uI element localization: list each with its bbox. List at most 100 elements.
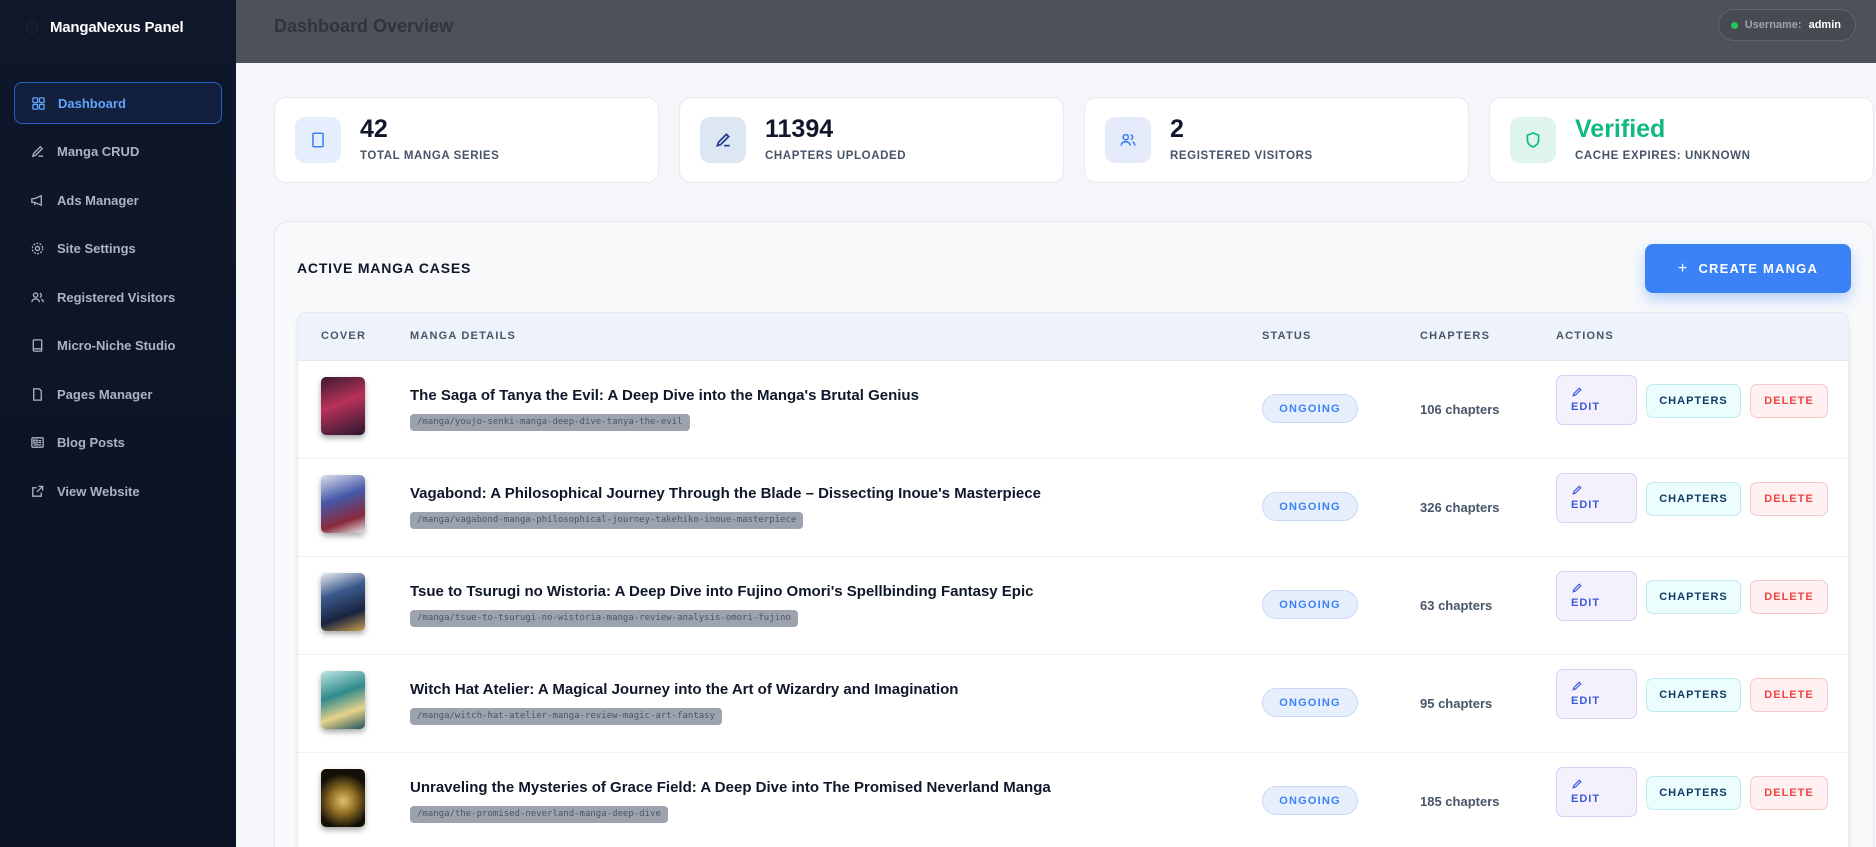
manga-title[interactable]: Vagabond: A Philosophical Journey Throug…: [410, 485, 1041, 502]
stat-card-total-manga: 42 TOTAL MANGA SERIES: [274, 97, 659, 183]
chapters-button[interactable]: CHAPTERS: [1646, 384, 1741, 418]
manga-slug: /manga/tsue-to-tsurugi-no-wistoria-manga…: [410, 610, 798, 627]
manga-title[interactable]: The Saga of Tanya the Evil: A Deep Dive …: [410, 387, 919, 404]
manga-cover: [321, 671, 365, 729]
status-badge: ONGOING: [1262, 786, 1358, 815]
external-link-icon: [32, 485, 44, 497]
file-icon: [33, 387, 42, 401]
chapters-button[interactable]: CHAPTERS: [1646, 482, 1741, 516]
stat-label: CACHE EXPIRES: UNKNOWN: [1575, 150, 1751, 162]
edit-button[interactable]: EDIT: [1556, 571, 1637, 621]
manga-panel: ACTIVE MANGA CASES + CREATE MANGA COVER …: [274, 221, 1874, 847]
delete-button[interactable]: DELETE: [1750, 580, 1828, 614]
create-manga-button[interactable]: + CREATE MANGA: [1645, 244, 1851, 293]
sidebar-item-dashboard[interactable]: Dashboard: [14, 82, 222, 124]
sidebar-item-pages-manager[interactable]: Pages Manager: [14, 373, 222, 415]
chapter-count: 326 chapters: [1420, 500, 1500, 515]
status-badge: ONGOING: [1262, 590, 1358, 619]
logo-icon: [26, 21, 38, 33]
chapters-button[interactable]: CHAPTERS: [1646, 580, 1741, 614]
edit-button[interactable]: EDIT: [1556, 375, 1637, 425]
megaphone-icon: [31, 194, 42, 206]
book-icon: [295, 117, 341, 163]
sidebar-item-manga-crud[interactable]: Manga CRUD: [14, 131, 222, 173]
manga-table: COVER MANGA DETAILS STATUS CHAPTERS ACTI…: [297, 312, 1849, 847]
user-label: Username:: [1744, 19, 1802, 31]
app-name: MangaNexus Panel: [50, 18, 184, 36]
delete-button[interactable]: DELETE: [1750, 384, 1828, 418]
stat-card-chapters: 11394 CHAPTERS UPLOADED: [679, 97, 1064, 183]
sidebar-item-label: Pages Manager: [57, 386, 153, 402]
sidebar-item-blog-posts[interactable]: Blog Posts: [14, 422, 222, 464]
status-badge: ONGOING: [1262, 394, 1358, 423]
table-row: Witch Hat Atelier: A Magical Journey int…: [298, 655, 1848, 753]
pencil-icon: [31, 145, 44, 158]
manga-title[interactable]: Tsue to Tsurugi no Wistoria: A Deep Dive…: [410, 583, 1033, 600]
column-header-details: MANGA DETAILS: [410, 330, 517, 342]
stat-card-cache: Verified CACHE EXPIRES: UNKNOWN: [1489, 97, 1874, 183]
column-header-actions: ACTIONS: [1556, 330, 1614, 342]
users-icon: [31, 291, 44, 302]
edit-label: EDIT: [1571, 793, 1601, 805]
users-icon: [1105, 117, 1151, 163]
manga-slug: /manga/witch-hat-atelier-manga-review-ma…: [410, 708, 723, 725]
manga-slug: /manga/the-promised-neverland-manga-deep…: [410, 806, 668, 823]
gear-icon: [31, 242, 44, 255]
sidebar-item-registered-visitors[interactable]: Registered Visitors: [14, 276, 222, 318]
edit-button[interactable]: EDIT: [1556, 669, 1637, 719]
chapters-button[interactable]: CHAPTERS: [1646, 678, 1741, 712]
book-icon: [32, 339, 43, 352]
chapter-count: 63 chapters: [1420, 598, 1493, 613]
sidebar: MangaNexus Panel Dashboard Manga CRUD Ad…: [0, 0, 236, 847]
column-header-cover: COVER: [321, 330, 367, 342]
edit-label: EDIT: [1571, 695, 1601, 707]
manga-title[interactable]: Witch Hat Atelier: A Magical Journey int…: [410, 681, 958, 698]
manga-title[interactable]: Unraveling the Mysteries of Grace Field:…: [410, 779, 1051, 796]
pencil-icon: [1572, 583, 1582, 593]
plus-icon: +: [1677, 259, 1689, 277]
pencil-icon: [1572, 779, 1582, 789]
edit-button[interactable]: EDIT: [1556, 767, 1637, 817]
chapter-count: 95 chapters: [1420, 696, 1493, 711]
stat-label: TOTAL MANGA SERIES: [360, 150, 500, 162]
table-header: COVER MANGA DETAILS STATUS CHAPTERS ACTI…: [298, 313, 1848, 361]
sidebar-item-label: Manga CRUD: [57, 144, 140, 159]
chapter-count: 185 chapters: [1420, 794, 1500, 809]
table-row: Tsue to Tsurugi no Wistoria: A Deep Dive…: [298, 557, 1848, 655]
stat-value: 42: [360, 115, 388, 143]
stat-label: CHAPTERS UPLOADED: [765, 150, 907, 162]
column-header-chapters: CHAPTERS: [1420, 330, 1491, 342]
pencil-icon: [1572, 681, 1582, 691]
edit-label: EDIT: [1571, 597, 1601, 609]
stat-value: Verified: [1575, 115, 1666, 143]
newspaper-icon: [31, 437, 44, 448]
section-title: ACTIVE MANGA CASES: [297, 260, 472, 276]
sidebar-item-label: Ads Manager: [57, 192, 139, 208]
sidebar-item-label: Blog Posts: [57, 435, 125, 450]
edit-label: EDIT: [1571, 499, 1601, 511]
user-chip[interactable]: Username: admin: [1717, 9, 1856, 41]
delete-button[interactable]: DELETE: [1750, 776, 1828, 810]
delete-button[interactable]: DELETE: [1750, 678, 1828, 712]
grid-icon: [32, 96, 45, 110]
sidebar-item-site-settings[interactable]: Site Settings: [14, 228, 222, 270]
sidebar-item-label: Registered Visitors: [57, 289, 176, 305]
table-row: The Saga of Tanya the Evil: A Deep Dive …: [298, 361, 1848, 459]
pencil-icon: [1572, 387, 1582, 397]
pencil-icon: [1572, 485, 1582, 495]
manga-cover: [321, 377, 365, 435]
online-status-icon: [1730, 21, 1738, 29]
sidebar-item-micro-niche-studio[interactable]: Micro-Niche Studio: [14, 325, 222, 367]
manga-cover: [321, 475, 365, 533]
stat-value: 2: [1170, 115, 1184, 143]
delete-button[interactable]: DELETE: [1750, 482, 1828, 516]
stat-card-visitors: 2 REGISTERED VISITORS: [1084, 97, 1469, 183]
page-title: Dashboard Overview: [274, 16, 454, 36]
sidebar-item-view-website[interactable]: View Website: [14, 470, 222, 512]
shield-icon: [1510, 117, 1556, 163]
top-header: Dashboard Overview Username: admin: [236, 0, 1876, 63]
sidebar-item-label: Dashboard: [58, 95, 126, 111]
edit-button[interactable]: EDIT: [1556, 473, 1637, 523]
sidebar-item-ads-manager[interactable]: Ads Manager: [14, 179, 222, 221]
chapters-button[interactable]: CHAPTERS: [1646, 776, 1741, 810]
